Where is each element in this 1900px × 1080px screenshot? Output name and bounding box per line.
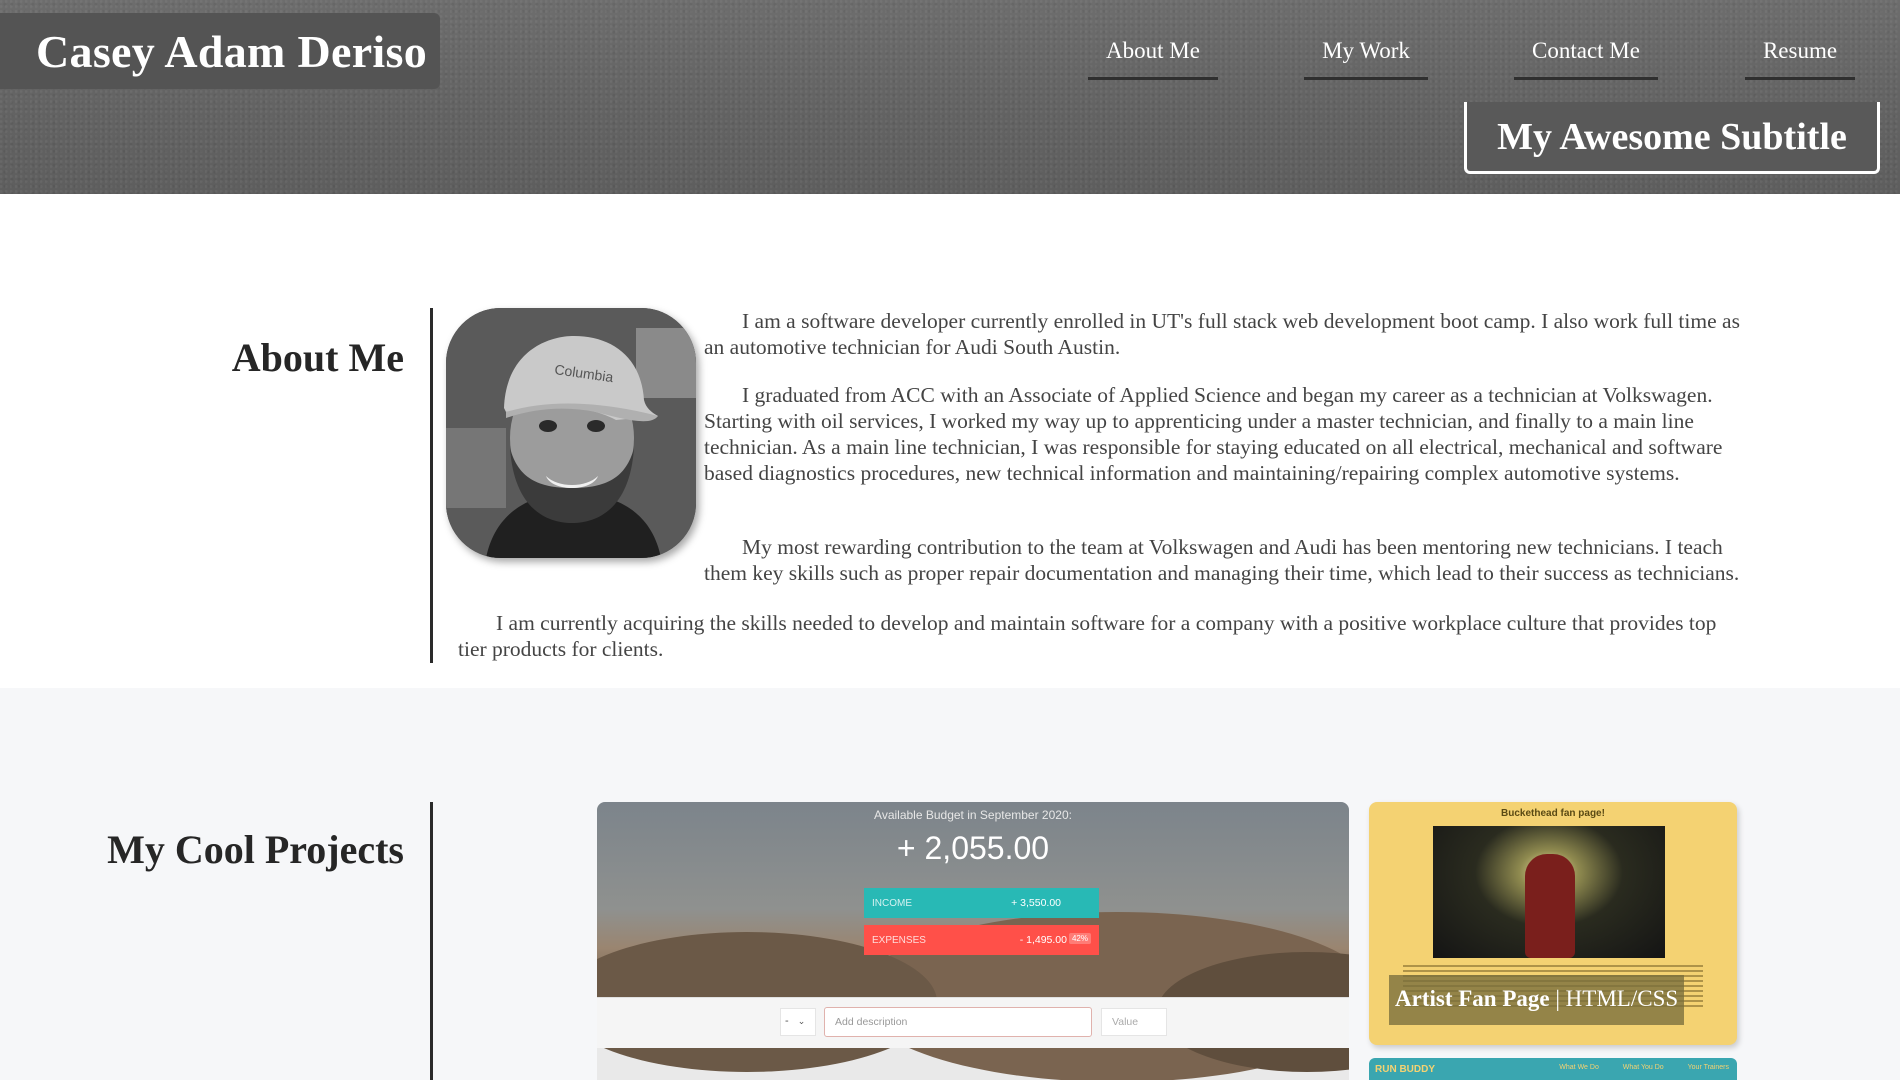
fan-page-label-title: Artist Fan Page <box>1395 986 1550 1011</box>
budget-hero: Available Budget in September 2020: + 2,… <box>597 802 1349 1080</box>
project-card-fan-page[interactable]: Buckethead fan page! Artist Fan Page | H… <box>1369 802 1737 1045</box>
income-label: INCOME <box>872 898 912 909</box>
expenses-label: EXPENSES <box>872 935 926 946</box>
fan-page-heading: Buckethead fan page! <box>1501 808 1605 819</box>
expenses-bar: EXPENSES - 1,495.00 42% <box>864 925 1099 955</box>
chevron-down-icon: ⌄ <box>797 1016 806 1026</box>
profile-photo-illustration: Columbia <box>446 308 696 558</box>
projects-title: My Cool Projects <box>107 827 404 872</box>
site-subtitle: My Awesome Subtitle <box>1497 115 1847 158</box>
about-paragraph-3a: My most rewarding contribution to the te… <box>704 534 1764 586</box>
nav-resume[interactable]: Resume <box>1745 36 1855 80</box>
profile-photo: Columbia <box>446 308 696 558</box>
site-header: Casey Adam Deriso About Me My Work Conta… <box>0 0 1900 194</box>
type-select[interactable]: - ⌄ <box>780 1008 816 1036</box>
run-buddy-link: What We Do <box>1559 1064 1599 1071</box>
fan-page-label-tech: | HTML/CSS <box>1549 986 1679 1011</box>
budget-value: + 2,055.00 <box>896 830 1050 866</box>
budget-title: Available Budget in September 2020: <box>874 808 1072 822</box>
site-name-box: Casey Adam Deriso <box>0 13 440 89</box>
project-card-budget[interactable]: Available Budget in September 2020: + 2,… <box>597 802 1349 1080</box>
guitarist-figure <box>1525 854 1575 958</box>
income-bar: INCOME + 3,550.00 <box>864 888 1099 918</box>
about-paragraph-1: I am a software developer currently enro… <box>704 309 1740 359</box>
run-buddy-link: Your Trainers <box>1687 1064 1729 1071</box>
fan-page-label: Artist Fan Page | HTML/CSS <box>1389 975 1685 1025</box>
expenses-value: - 1,495.00 <box>1019 934 1067 946</box>
income-value: + 3,550.00 <box>1011 897 1061 909</box>
budget-input-bar: - ⌄ Add description Value <box>597 997 1349 1048</box>
expenses-percentage-badge: 42% <box>1068 933 1091 944</box>
about-paragraph-3: My most rewarding contribution to the te… <box>704 535 1740 585</box>
project-card-run-buddy[interactable]: RUN BUDDY What We Do What You Do Your Tr… <box>1369 1058 1737 1080</box>
about-paragraph-4: I am currently acquiring the skills need… <box>458 611 1717 661</box>
about-divider <box>430 308 433 663</box>
run-buddy-nav: What We Do What You Do Your Trainers <box>1537 1064 1729 1071</box>
description-input[interactable]: Add description <box>824 1007 1092 1037</box>
nav-about-me[interactable]: About Me <box>1088 36 1218 80</box>
run-buddy-link: What You Do <box>1622 1064 1664 1071</box>
value-input[interactable]: Value <box>1101 1008 1167 1036</box>
type-select-value: - <box>785 1015 789 1027</box>
nav-my-work[interactable]: My Work <box>1304 36 1428 80</box>
projects-divider <box>430 802 433 1080</box>
run-buddy-title: RUN BUDDY <box>1375 1064 1435 1075</box>
about-title: About Me <box>231 335 404 380</box>
site-name: Casey Adam Deriso <box>36 25 427 77</box>
nav-contact-me[interactable]: Contact Me <box>1514 36 1658 80</box>
about-paragraph-2: I graduated from ACC with an Associate o… <box>704 383 1723 485</box>
subtitle-box: My Awesome Subtitle <box>1464 102 1880 174</box>
fan-page-photo <box>1433 826 1665 958</box>
